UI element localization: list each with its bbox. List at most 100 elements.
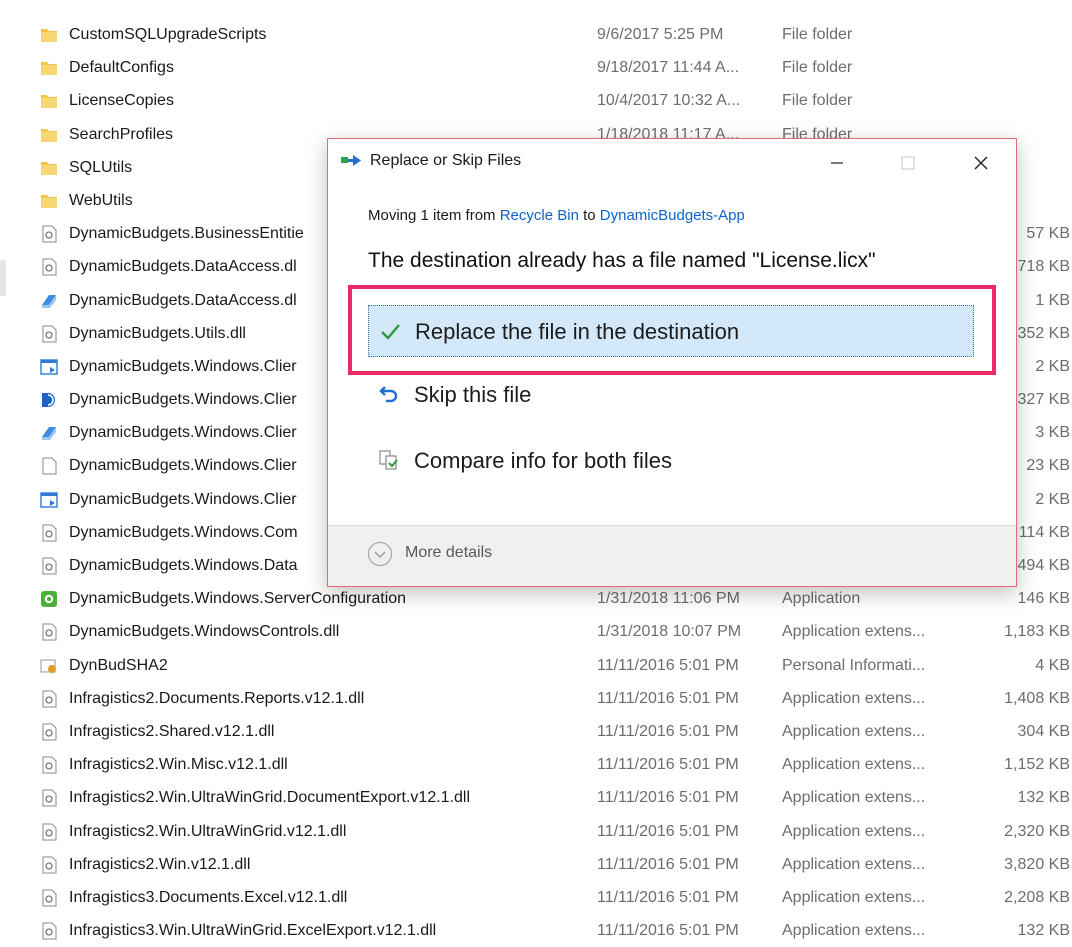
folder-icon	[40, 126, 58, 144]
file-name: Infragistics2.Documents.Reports.v12.1.dl…	[69, 689, 365, 707]
file-name: WebUtils	[69, 191, 133, 209]
dialog-footer: More details	[328, 525, 1016, 586]
replace-option-label: Replace the file in the destination	[415, 319, 740, 344]
dll-file-icon	[40, 524, 58, 542]
file-type: Application extens...	[782, 756, 926, 774]
file-type: File folder	[782, 59, 853, 77]
file-size: 3,820 KB	[1004, 855, 1070, 873]
dll-file-icon	[40, 225, 58, 243]
file-name: DynamicBudgets.Windows.Data	[69, 557, 298, 574]
file-row[interactable]: LicenseCopies 10/4/2017 10:32 A... File fo…	[0, 84, 1072, 117]
more-details-toggle[interactable]: More details	[405, 544, 492, 562]
file-name: Infragistics2.Shared.v12.1.dll	[69, 722, 275, 740]
dll-file-icon	[40, 856, 58, 874]
undo-arrow-icon	[379, 386, 398, 403]
compare-option-button[interactable]: Compare info for both files	[368, 435, 974, 487]
file-name: DynamicBudgets.WindowsControls.dll	[69, 623, 340, 641]
file-date: 10/4/2017 10:32 A...	[597, 92, 741, 110]
compare-option-label: Compare info for both files	[414, 448, 673, 473]
file-type: File folder	[782, 26, 853, 43]
file-size: 1,408 KB	[1004, 689, 1070, 707]
file-row[interactable]: Infragistics2.Win.Misc.v12.1.dll 11/11/20…	[0, 748, 1072, 781]
close-button[interactable]	[958, 145, 1004, 179]
file-name: DynamicBudgets.Windows.Clier	[69, 490, 297, 508]
file-name: CustomSQLUpgradeScripts	[69, 26, 267, 43]
minimize-icon	[831, 162, 843, 164]
file-size: 1 KB	[1035, 291, 1070, 309]
folder-icon	[40, 59, 58, 77]
dialog-titlebar[interactable]: Replace or Skip Files	[328, 139, 1016, 185]
file-name: SearchProfiles	[69, 125, 174, 143]
chevron-down-icon	[374, 551, 386, 558]
file-row[interactable]: Infragistics2.Win.v12.1.dll 11/11/2016 5:…	[0, 848, 1072, 881]
moving-mid: to	[578, 207, 600, 224]
file-size: 327 KB	[1017, 391, 1070, 409]
file-size: 132 KB	[1017, 922, 1070, 940]
move-files-icon	[341, 155, 361, 166]
file-size: 2,320 KB	[1004, 822, 1070, 840]
file-row[interactable]: Infragistics2.Win.UltraWinGrid.v12.1.dll…	[0, 815, 1072, 848]
file-date: 11/11/2016 5:01 PM	[597, 855, 739, 873]
file-size: 114 KB	[1018, 523, 1070, 541]
minimize-button[interactable]	[814, 145, 860, 179]
dll-file-icon	[40, 922, 58, 940]
file-date: 11/11/2016 5:01 PM	[597, 689, 739, 707]
file-row[interactable]: DynBudSHA2 11/11/2016 5:01 PM Personal Inf…	[0, 649, 1072, 682]
moving-prefix: Moving 1 item from	[368, 207, 500, 224]
file-size: 146 KB	[1017, 590, 1070, 608]
file-row[interactable]: Infragistics2.Win.UltraWinGrid.DocumentE…	[0, 781, 1072, 814]
file-row[interactable]: Infragistics2.Documents.Reports.v12.1.dl…	[0, 682, 1072, 715]
dll-file-icon	[40, 723, 58, 741]
file-date: 1/31/2018 11:06 PM	[597, 590, 740, 608]
file-row[interactable]: Infragistics3.Win.UltraWinGrid.ExcelExpo…	[0, 914, 1072, 947]
expand-chevron-icon[interactable]	[368, 542, 392, 566]
file-name: Infragistics2.Win.UltraWinGrid.DocumentE…	[69, 789, 471, 807]
file-row[interactable]: CustomSQLUpgradeScripts 9/6/2017 5:25 PM F…	[0, 18, 1072, 51]
file-name: DynamicBudgets.Utils.dll	[69, 324, 246, 342]
dll-file-icon	[40, 623, 58, 641]
destination-link[interactable]: DynamicBudgets-App	[600, 207, 745, 224]
dll-file-icon	[40, 823, 58, 841]
file-size: 352 KB	[1017, 324, 1070, 342]
maximize-button[interactable]	[885, 145, 931, 179]
folder-icon	[40, 159, 58, 177]
file-type: Application extens...	[782, 822, 926, 840]
file-date: 9/6/2017 5:25 PM	[597, 26, 724, 43]
replace-option-button[interactable]: Replace the file in the destination	[368, 305, 974, 357]
folder-icon	[40, 26, 58, 44]
file-row[interactable]: Infragistics2.Shared.v12.1.dll 11/11/2016…	[0, 715, 1072, 748]
skip-option-button[interactable]: Skip this file	[368, 369, 974, 421]
file-row[interactable]: DynamicBudgets.Windows.ServerConfigurati…	[0, 582, 1072, 615]
file-size: 2,208 KB	[1004, 888, 1070, 906]
file-type: File folder	[782, 92, 853, 110]
file-row[interactable]: DefaultConfigs 9/18/2017 11:44 A... File f…	[0, 51, 1072, 84]
file-size: 4 KB	[1035, 656, 1070, 674]
shortcut-app-icon	[40, 491, 58, 509]
file-row[interactable]: Infragistics3.Documents.Excel.v12.1.dll 1…	[0, 881, 1072, 914]
file-size: 1,183 KB	[1004, 623, 1070, 641]
file-name: Infragistics2.Win.UltraWinGrid.v12.1.dll	[69, 822, 347, 840]
file-row[interactable]: DynamicBudgets.WindowsControls.dll 1/31/2…	[0, 615, 1072, 648]
source-link[interactable]: Recycle Bin	[500, 207, 579, 224]
dynamicbudgets-app-icon	[40, 391, 58, 409]
file-name: DynamicBudgets.Windows.Com	[69, 523, 298, 541]
moving-status: Moving 1 item from Recycle Bin to Dynami…	[368, 207, 745, 224]
file-type: Application extens...	[782, 722, 926, 740]
compare-files-icon	[379, 450, 398, 470]
file-date: 11/11/2016 5:01 PM	[597, 789, 739, 807]
file-name: DynamicBudgets.Windows.Clier	[69, 391, 297, 409]
file-type: Application	[782, 590, 861, 608]
file-date: 11/11/2016 5:01 PM	[597, 888, 739, 906]
folder-icon	[40, 92, 58, 110]
dialog-title: Replace or Skip Files	[370, 152, 522, 169]
file-name: DynamicBudgets.Windows.ServerConfigurati…	[69, 590, 407, 608]
dll-file-icon	[40, 756, 58, 774]
dll-file-icon	[40, 325, 58, 343]
file-size: 2 KB	[1035, 357, 1070, 375]
file-date: 9/18/2017 11:44 A...	[597, 59, 740, 77]
file-name: Infragistics2.Win.v12.1.dll	[69, 855, 251, 873]
file-type: Application extens...	[782, 789, 926, 807]
file-size: 132 KB	[1017, 789, 1070, 807]
file-date: 11/11/2016 5:01 PM	[597, 922, 739, 940]
file-size: 3 KB	[1035, 424, 1070, 442]
